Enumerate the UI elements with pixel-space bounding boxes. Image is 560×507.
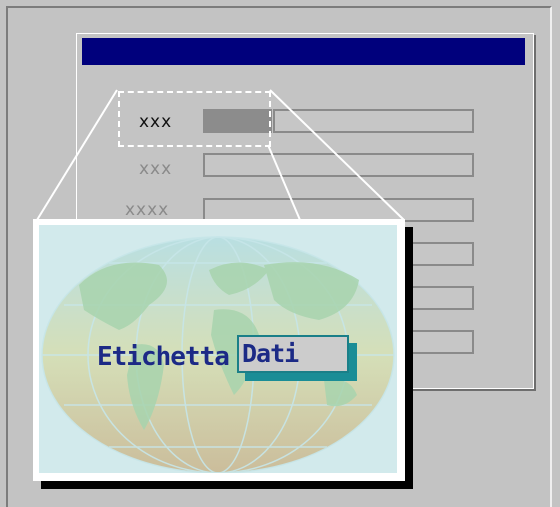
zoom-label: Etichetta <box>97 342 230 372</box>
illustration: xxx xxx xxxx Etichetta Dati <box>0 0 560 507</box>
zoom-panel: Etichetta Dati <box>33 219 405 481</box>
zoom-data-field[interactable]: Dati <box>237 335 349 373</box>
zoom-background: Etichetta Dati <box>39 225 397 473</box>
zoom-data-value: Dati <box>242 339 299 368</box>
